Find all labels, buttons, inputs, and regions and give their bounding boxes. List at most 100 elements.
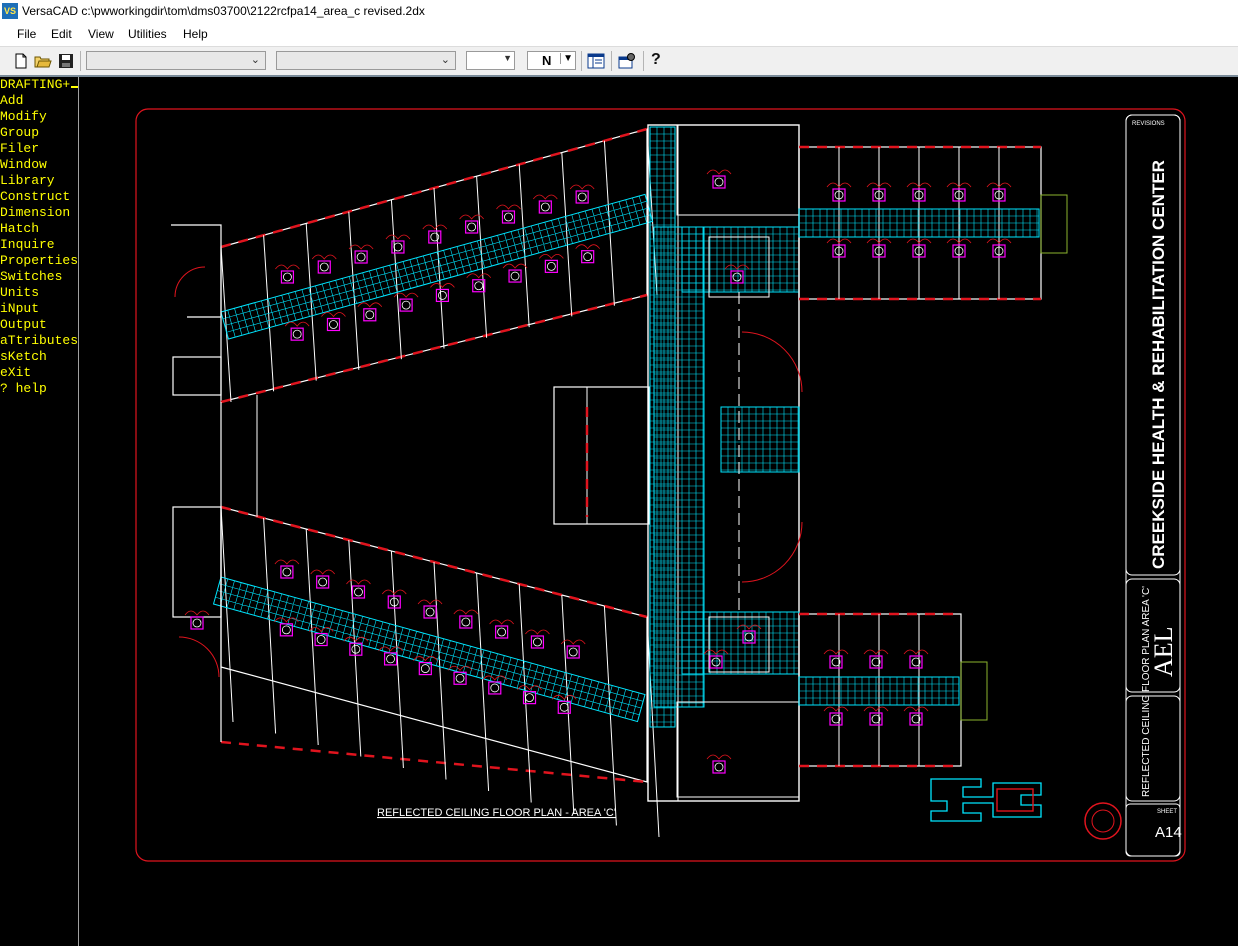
room-partition [390, 550, 404, 769]
room-partition [561, 152, 573, 317]
light-fixture-lens [455, 673, 465, 683]
side-menu-item[interactable]: Properties [0, 253, 78, 269]
drawing-canvas[interactable]: REFLECTED CEILING FLOOR PLAN - AREA 'C' R… [79, 77, 1238, 946]
menu-help[interactable]: Help [183, 27, 208, 41]
door-swing [569, 184, 595, 190]
light-fixture-lens [497, 627, 507, 637]
revisions-label: REVISIONS [1132, 121, 1165, 127]
upper-left-wing [220, 127, 658, 404]
side-menu-item[interactable]: Output [0, 317, 47, 333]
room-partition [263, 517, 277, 734]
snap-mode-combo[interactable]: N ▼ [527, 51, 576, 70]
door-swing [903, 706, 929, 712]
light-fixture-lens [420, 664, 430, 673]
door-swing [703, 649, 729, 655]
light-fixture-lens [351, 644, 361, 654]
side-menu-item[interactable]: sKetch [0, 349, 47, 365]
architect-seal [1084, 802, 1122, 840]
toolbar: ⌄ ⌄ ▼ N ▼ ? [0, 47, 1238, 77]
wing-outline [220, 128, 648, 403]
open-folder-icon[interactable] [34, 52, 52, 70]
door-swing [174, 266, 206, 298]
side-menu-item[interactable]: Dimension [0, 205, 70, 221]
properties-icon[interactable] [618, 52, 636, 70]
light-fixture-lens [283, 272, 292, 282]
light-fixture-lens [365, 310, 375, 320]
pen-combo[interactable]: ⌄ [276, 51, 456, 70]
toolbar-separator [611, 51, 612, 71]
room [676, 701, 800, 798]
ceiling-grid-outline [720, 406, 800, 473]
door-swing [489, 619, 514, 625]
layers-icon[interactable] [587, 52, 605, 70]
side-menu-item[interactable]: Units [0, 285, 39, 301]
door-swing [357, 302, 383, 308]
light-fixture-lens [525, 693, 534, 703]
corridor-lower [212, 576, 646, 723]
versacad-app-icon[interactable]: VS [2, 3, 18, 19]
room-partition [220, 246, 232, 403]
menu-view[interactable]: View [88, 27, 114, 41]
left-entry-area [171, 224, 258, 742]
drafting-side-menu: DRAFTING+ Add Modify Group Filer Window Librar… [0, 77, 79, 946]
room-partition [390, 199, 402, 360]
key-plan [930, 778, 1042, 822]
side-menu-item[interactable]: Window [0, 157, 47, 173]
menu-utilities[interactable]: Utilities [128, 27, 167, 41]
side-menu-item[interactable]: iNput [0, 301, 39, 317]
title-block-frame [1125, 695, 1181, 802]
door-swing [903, 649, 929, 655]
light-fixture-lens [356, 252, 366, 262]
light-fixture-lens [329, 320, 338, 329]
side-menu-item[interactable]: Inquire [0, 237, 55, 253]
light-fixture-lens [292, 329, 302, 339]
layer-combo[interactable]: ⌄ [86, 51, 266, 70]
door-swing [311, 254, 337, 260]
light-fixture-lens [474, 281, 484, 291]
room-partition [220, 506, 234, 723]
help-icon[interactable]: ? [651, 51, 661, 69]
side-menu-item[interactable]: aTtributes [0, 333, 78, 349]
line-style-combo[interactable]: ▼ [466, 51, 515, 70]
light-fixture-lens [425, 607, 435, 617]
menu-file[interactable]: File [17, 27, 36, 41]
light-fixture-lens [504, 212, 513, 222]
chevron-down-icon: ⌄ [440, 54, 450, 66]
side-menu-item[interactable]: Library [0, 173, 55, 189]
side-menu-item[interactable]: Group [0, 125, 39, 141]
architect-seal-inner [1091, 809, 1115, 833]
chevron-down-icon: ▼ [560, 53, 573, 64]
side-menu-item[interactable]: Switches [0, 269, 62, 285]
door-swing [466, 273, 492, 279]
side-menu-item[interactable]: Filer [0, 141, 39, 157]
side-menu-item[interactable]: Hatch [0, 221, 39, 237]
room-partition [348, 539, 362, 757]
side-menu-item[interactable]: DRAFTING+ [0, 77, 70, 93]
light-fixture-lens [281, 625, 291, 635]
chevron-down-icon: ▼ [503, 53, 512, 63]
side-menu-item[interactable]: ? help [0, 381, 47, 397]
side-menu-item[interactable]: Add [0, 93, 23, 109]
light-fixture-lens [316, 635, 326, 644]
side-menu-item[interactable]: Modify [0, 109, 47, 125]
menu-edit[interactable]: Edit [51, 27, 72, 41]
light-fixture-lens [354, 587, 363, 597]
central-spine [553, 124, 803, 802]
ceiling-grid-lines [682, 612, 799, 674]
title-block: REVISIONS CREEKSIDE HEALTH & REHABILITATI… [1084, 114, 1182, 857]
menu-bar: File Edit View Utilities Help [0, 24, 1238, 47]
ceiling-grid-lines [215, 578, 644, 721]
save-icon[interactable] [57, 52, 75, 70]
key-plan-highlight [996, 788, 1034, 812]
door-swing [863, 649, 889, 655]
side-menu-item[interactable]: eXit [0, 365, 31, 381]
light-fixture-lens [583, 252, 593, 262]
light-fixture-lens [490, 683, 500, 693]
door-swing [496, 204, 521, 210]
door-swing [275, 264, 300, 270]
light-fixture-lens [732, 272, 742, 282]
ceiling-grid-outline [653, 226, 705, 708]
new-file-icon[interactable] [12, 52, 30, 70]
door-swing [706, 169, 732, 175]
side-menu-item[interactable]: Construct [0, 189, 70, 205]
